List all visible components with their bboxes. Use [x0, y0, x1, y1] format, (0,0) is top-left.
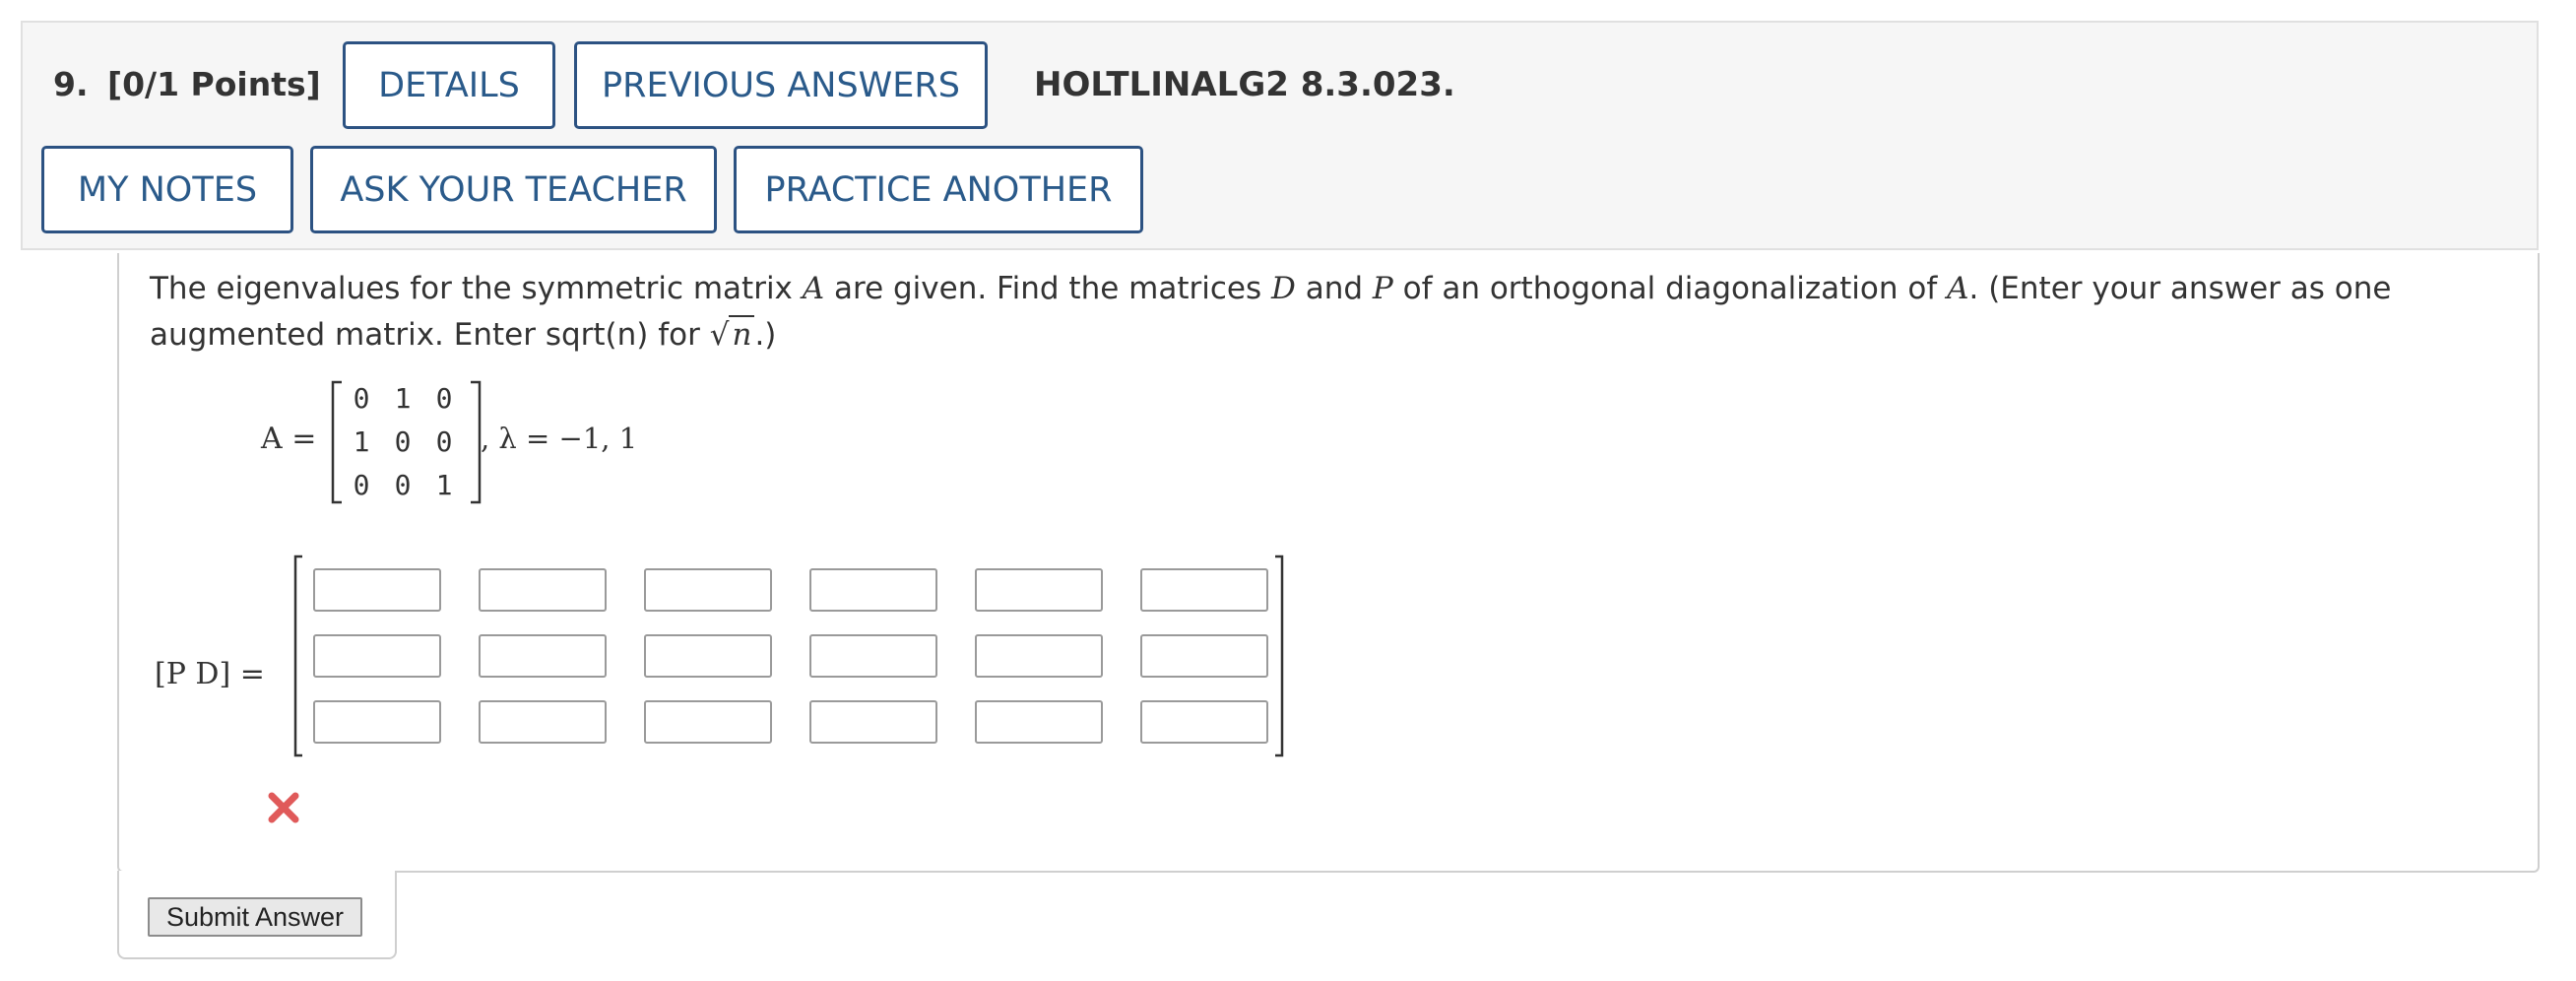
sqrt-symbol: √n	[710, 315, 755, 353]
matrix-a-label: A =	[261, 422, 317, 456]
matrix-a-entry: 0	[435, 382, 453, 415]
answer-cell-r1-c3[interactable]	[644, 568, 772, 612]
question-number-text: 9.	[53, 65, 89, 103]
matrix-a-entry: 0	[394, 425, 412, 458]
eigenvalues-text: , λ = −1, 1	[481, 422, 638, 455]
answer-cell-r2-c1[interactable]	[313, 634, 441, 678]
question-prompt: The eigenvalues for the symmetric matrix…	[150, 271, 2392, 353]
answer-cell-r1-c4[interactable]	[809, 568, 937, 612]
practice-another-button[interactable]: PRACTICE ANOTHER	[734, 146, 1143, 233]
matrix-a-entry: 1	[353, 425, 370, 458]
answer-cell-r2-c5[interactable]	[975, 634, 1103, 678]
matrix-a-entry: 0	[394, 469, 412, 501]
answer-cell-r3-c2[interactable]	[479, 700, 607, 744]
ask-your-teacher-button[interactable]: ASK YOUR TEACHER	[310, 146, 717, 233]
points-text: [0/1 Points]	[107, 65, 321, 103]
incorrect-icon	[268, 792, 299, 823]
answer-cell-r3-c1[interactable]	[313, 700, 441, 744]
answer-cell-r2-c6[interactable]	[1140, 634, 1268, 678]
matrix-a-entry: 0	[353, 382, 370, 415]
answer-label: [P D] =	[155, 657, 265, 691]
answer-cell-r3-c3[interactable]	[644, 700, 772, 744]
answer-cell-r1-c2[interactable]	[479, 568, 607, 612]
answer-cell-r3-c6[interactable]	[1140, 700, 1268, 744]
answer-cell-r3-c5[interactable]	[975, 700, 1103, 744]
matrix-a-entry: 1	[435, 469, 453, 501]
my-notes-button[interactable]: MY NOTES	[41, 146, 293, 233]
matrix-a-entry: 0	[435, 425, 453, 458]
answer-cell-r1-c6[interactable]	[1140, 568, 1268, 612]
answer-cell-r1-c1[interactable]	[313, 568, 441, 612]
matrix-a-entry: 0	[353, 469, 370, 501]
details-button[interactable]: DETAILS	[343, 41, 555, 129]
submit-answer-button[interactable]: Submit Answer	[148, 897, 362, 937]
answer-cell-r2-c4[interactable]	[809, 634, 937, 678]
answer-cell-r2-c3[interactable]	[644, 634, 772, 678]
answer-cell-r1-c5[interactable]	[975, 568, 1103, 612]
previous-answers-button[interactable]: PREVIOUS ANSWERS	[574, 41, 988, 129]
matrix-a-entry: 1	[394, 382, 412, 415]
answer-matrix-brackets	[293, 555, 1284, 757]
question-number: 9. [0/1 Points]	[53, 65, 321, 103]
answer-cell-r3-c4[interactable]	[809, 700, 937, 744]
problem-reference: HOLTLINALG2 8.3.023.	[1034, 65, 1455, 104]
answer-cell-r2-c2[interactable]	[479, 634, 607, 678]
